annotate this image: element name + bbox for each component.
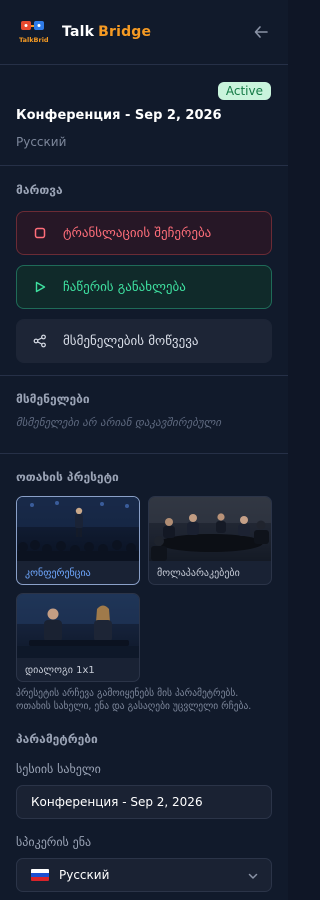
preset-card-negotiations[interactable]: მოლაპარაკებები: [148, 496, 272, 585]
app-logo: TalkBridge: [18, 18, 58, 46]
session-name-label: სესიის სახელი: [16, 761, 101, 776]
controls-section-label: მართვა: [16, 183, 63, 197]
stop-broadcast-label: ტრანსლაციის შეჩერება: [63, 225, 212, 241]
invite-listeners-label: მსმენელების მოწვევა: [63, 333, 199, 349]
preset-card-dialogue[interactable]: დიალოგი 1x1: [16, 593, 140, 682]
preset-label: კონფერენცია: [25, 568, 91, 579]
parameters-section: პარამეტრები სესიის სახელი Конференция - …: [0, 714, 288, 892]
listeners-section: მსმენელები მსმენელები არ არიან დაკავშირე…: [0, 376, 288, 453]
russia-flag-icon: [31, 868, 49, 881]
resume-recording-label: ჩაწერის განახლება: [63, 279, 186, 295]
presets-section-label: ოთახის პრესეტი: [16, 470, 119, 484]
listeners-empty-text: მსმენელები არ არიან დაკავშირებული: [16, 416, 222, 429]
resume-recording-button[interactable]: ჩაწერის განახლება: [16, 265, 272, 309]
negotiations-image: [149, 497, 271, 561]
preset-card-conference[interactable]: კონფერენცია: [16, 496, 140, 585]
side-panel: TalkBridge TalkBridge Active Конференция…: [0, 0, 288, 900]
brand-part-2: Bridge: [98, 24, 152, 40]
share-icon: [33, 334, 47, 348]
session-name-value: Конференция - Sep 2, 2026: [31, 794, 203, 809]
listeners-section-label: მსმენელები: [16, 392, 90, 406]
session-name-input[interactable]: Конференция - Sep 2, 2026: [16, 784, 272, 819]
svg-text:TalkBridge: TalkBridge: [19, 36, 48, 44]
preset-label: დიალოგი 1x1: [25, 665, 95, 676]
brand-part-1: Talk: [62, 24, 95, 40]
play-icon: [33, 280, 47, 294]
speaker-language-label: სპიკერის ენა: [16, 834, 92, 849]
back-arrow-icon[interactable]: [252, 23, 270, 41]
presets-hint: პრესეტის არჩევა გამოიყენებს მის პარამეტრ…: [16, 688, 252, 712]
stop-icon: [33, 226, 47, 240]
session-info: Active Конференция - Sep 2, 2026 Русский: [0, 65, 288, 165]
controls-section: მართვა ტრანსლაციის შეჩერება ჩაწერის განა…: [0, 166, 288, 375]
speaker-language-select[interactable]: Русский: [16, 857, 272, 892]
invite-listeners-button[interactable]: მსმენელების მოწვევა: [16, 319, 272, 363]
speaker-language-value: Русский: [59, 867, 110, 882]
room-presets-section: ოთახის პრესეტი კონფერენცია მოლაპარაკებებ…: [0, 454, 288, 714]
conference-image: [17, 497, 139, 561]
session-language: Русский: [16, 135, 67, 149]
preset-grid: კონფერენცია მოლაპარაკებები დიალოგი 1x1: [16, 496, 272, 682]
brand-name: Talk Bridge: [62, 24, 151, 40]
chevron-down-icon: [247, 870, 259, 885]
session-title: Конференция - Sep 2, 2026: [16, 108, 222, 123]
stop-broadcast-button[interactable]: ტრანსლაციის შეჩერება: [16, 211, 272, 255]
dialogue-image: [17, 594, 139, 658]
header: TalkBridge TalkBridge: [0, 0, 288, 64]
parameters-section-label: პარამეტრები: [16, 731, 98, 746]
preset-label: მოლაპარაკებები: [157, 568, 240, 579]
status-badge: Active: [217, 82, 271, 100]
